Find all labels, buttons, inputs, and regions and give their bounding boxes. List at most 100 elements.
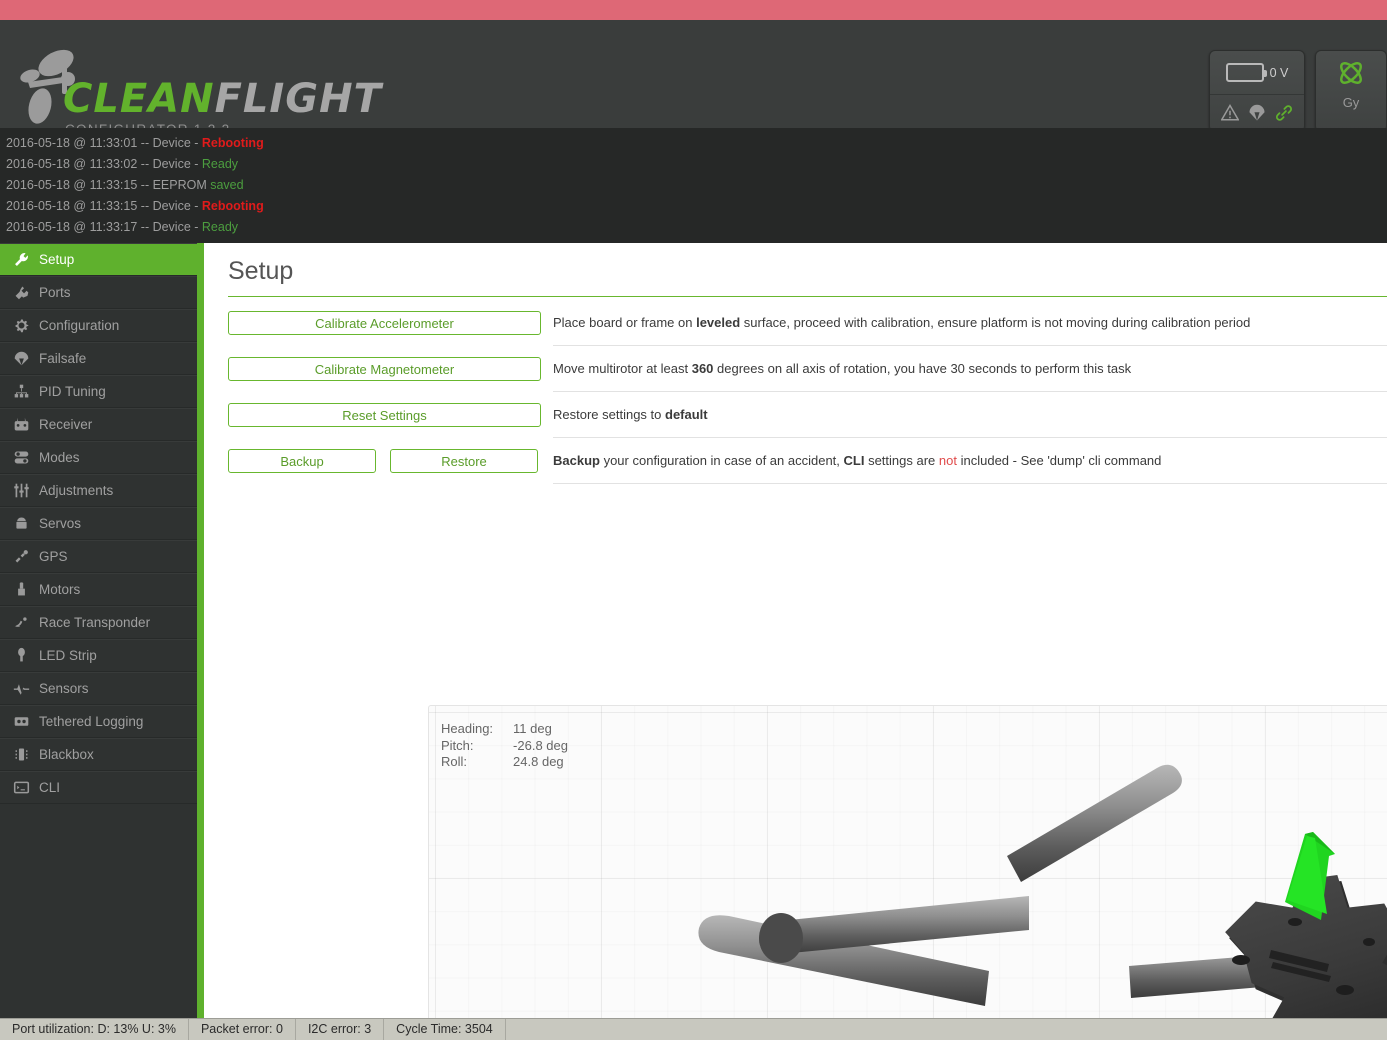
desc-fragment: settings are: [864, 453, 939, 468]
sidebar-item-blackbox[interactable]: Blackbox: [0, 738, 197, 771]
row-spacer: [228, 484, 1387, 495]
page-title: Setup: [228, 257, 294, 285]
toggles-icon: [12, 449, 30, 467]
logo-subtitle: CONFIGURATOR 1.2.2: [65, 122, 230, 128]
sliders-icon: [12, 482, 30, 500]
sidebar-item-modes[interactable]: Modes: [0, 441, 197, 474]
model-viewport[interactable]: Heading: 11 deg Pitch: -26.8 deg Roll: 24.8 d…: [428, 705, 1387, 1022]
frame-hole: [1288, 918, 1302, 926]
warning-icon[interactable]: [1220, 104, 1239, 122]
gear-icon: [12, 317, 30, 335]
sidebar-nav: Setup Ports Configuration Failsafe PID Tunin…: [0, 243, 197, 1022]
link-icon[interactable]: [1275, 104, 1293, 122]
header-status-boxes: 0 V Gy: [1209, 50, 1387, 128]
log-line: 2016-05-18 @ 11:33:17 -- Device - Ready: [6, 217, 1387, 238]
sidebar-item-pid-tuning[interactable]: PID Tuning: [0, 375, 197, 408]
log-status: Rebooting: [201, 199, 264, 213]
status-cell: Cycle Time: 3504: [384, 1018, 506, 1040]
desc-fragment: 360: [691, 361, 714, 376]
logo-flight-text: FLIGHT: [214, 76, 382, 122]
motor-icon: [12, 581, 30, 599]
desc-fragment: included - See 'dump' cli command: [956, 453, 1162, 468]
desc-fragment: your configuration in case of an acciden…: [599, 453, 844, 468]
cassette-icon: [12, 713, 30, 731]
desc-fragment: not: [938, 453, 957, 468]
servo-icon: [12, 515, 30, 533]
main-body: Setup Ports Configuration Failsafe PID Tunin…: [0, 243, 1387, 1022]
terminal-icon: [12, 779, 30, 797]
satellite-icon: [12, 548, 30, 566]
sidebar-item-label: GPS: [39, 549, 68, 564]
sidebar-item-configuration[interactable]: Configuration: [0, 309, 197, 342]
sidebar-item-cli[interactable]: CLI: [0, 771, 197, 804]
desc-fragment: Place board or frame on: [553, 315, 697, 330]
led-icon: [12, 647, 30, 665]
sitemap-icon: [12, 383, 30, 401]
setup-button-col: Backup Restore: [228, 449, 553, 473]
frame-hole: [1336, 985, 1354, 995]
transponder-icon: [12, 614, 30, 632]
logo-clean-text: CLEAN: [63, 76, 215, 122]
sidebar-item-label: Failsafe: [39, 351, 87, 366]
log-timestamp: 2016-05-18 @ 11:33:01 -- Device -: [6, 136, 202, 150]
row-spacer: [228, 392, 1387, 403]
sidebar-item-sensors[interactable]: Sensors: [0, 672, 197, 705]
desc-fragment: surface, proceed with calibration, ensur…: [740, 315, 1251, 330]
battery-voltage-value: 0 V: [1269, 65, 1289, 80]
desc-fragment: Restore settings to: [553, 407, 665, 422]
setup-row: Backup Restore Backup your configuration i…: [228, 449, 1387, 484]
desc-fragment: CLI: [843, 453, 865, 468]
backup-button[interactable]: Backup: [228, 449, 376, 473]
sidebar-item-label: Race Transponder: [39, 615, 151, 630]
restore-button[interactable]: Restore: [390, 449, 538, 473]
sidebar-item-receiver[interactable]: Receiver: [0, 408, 197, 441]
log-line: 2016-05-18 @ 11:33:15 -- EEPROM saved: [6, 175, 1387, 196]
status-cell: Packet error: 0: [189, 1018, 296, 1040]
sidebar-item-gps[interactable]: GPS: [0, 540, 197, 573]
gyro-status-box[interactable]: Gy: [1315, 50, 1387, 128]
sidebar-item-label: Modes: [39, 450, 80, 465]
setup-button-col: Calibrate Accelerometer: [228, 311, 553, 335]
setup-description: Restore settings to default: [553, 406, 1387, 438]
calibrate-magnetometer-button[interactable]: Calibrate Magnetometer: [228, 357, 541, 381]
row-spacer: [228, 438, 1387, 449]
setup-description: Backup your configuration in case of an …: [553, 452, 1387, 484]
sidebar-item-adjustments[interactable]: Adjustments: [0, 474, 197, 507]
gyro-icon-row: [1316, 51, 1386, 95]
sidebar-item-tethered-logging[interactable]: Tethered Logging: [0, 705, 197, 738]
sidebar-item-servos[interactable]: Servos: [0, 507, 197, 540]
blackbox-icon: [12, 746, 30, 764]
sidebar-item-motors[interactable]: Motors: [0, 573, 197, 606]
sidebar-item-ports[interactable]: Ports: [0, 276, 197, 309]
setup-description-col: Backup your configuration in case of an …: [553, 449, 1387, 484]
wrench-icon: [12, 251, 30, 269]
sidebar-item-label: Receiver: [39, 417, 93, 432]
calibrate-accelerometer-button[interactable]: Calibrate Accelerometer: [228, 311, 541, 335]
app-header: CLEANFLIGHT CONFIGURATOR 1.2.2 0 V: [0, 20, 1387, 128]
log-line: 2016-05-18 @ 11:33:15 -- Device - Reboot…: [6, 196, 1387, 217]
log-timestamp: 2016-05-18 @ 11:33:15 -- EEPROM: [6, 178, 211, 192]
parachute-icon[interactable]: [1248, 104, 1266, 122]
reset-settings-button[interactable]: Reset Settings: [228, 403, 541, 427]
sidebar-item-failsafe[interactable]: Failsafe: [0, 342, 197, 375]
gyro-icon: [1340, 62, 1362, 84]
battery-status-box[interactable]: 0 V: [1209, 50, 1305, 128]
cleanflight-configurator-window: CLEANFLIGHT CONFIGURATOR 1.2.2 0 V: [0, 0, 1387, 1040]
log-line: 2016-05-18 @ 11:33:01 -- Device - Reboot…: [6, 133, 1387, 154]
content-area: Setup Calibrate Accelerometer Place board…: [204, 243, 1387, 1022]
sidebar-item-label: Adjustments: [39, 483, 114, 498]
sidebar-item-led-strip[interactable]: LED Strip: [0, 639, 197, 672]
log-panel[interactable]: 2016-05-18 @ 11:33:01 -- Device - Reboot…: [0, 128, 1387, 243]
desc-fragment: Backup: [553, 453, 600, 468]
sidebar-item-label: Sensors: [39, 681, 89, 696]
app-logo: CLEANFLIGHT CONFIGURATOR 1.2.2: [18, 42, 381, 128]
sidebar-item-race-transponder[interactable]: Race Transponder: [0, 606, 197, 639]
plug-icon: [12, 284, 30, 302]
sidebar-item-label: Ports: [39, 285, 71, 300]
desc-fragment: degrees on all axis of rotation, you hav…: [713, 361, 1132, 376]
desc-fragment: leveled: [696, 315, 741, 330]
status-bar-filler: [506, 1019, 1387, 1040]
sidebar-item-setup[interactable]: Setup: [0, 243, 197, 276]
log-line: 2016-05-18 @ 11:33:02 -- Device - Ready: [6, 154, 1387, 175]
frame-hole: [1363, 938, 1375, 946]
